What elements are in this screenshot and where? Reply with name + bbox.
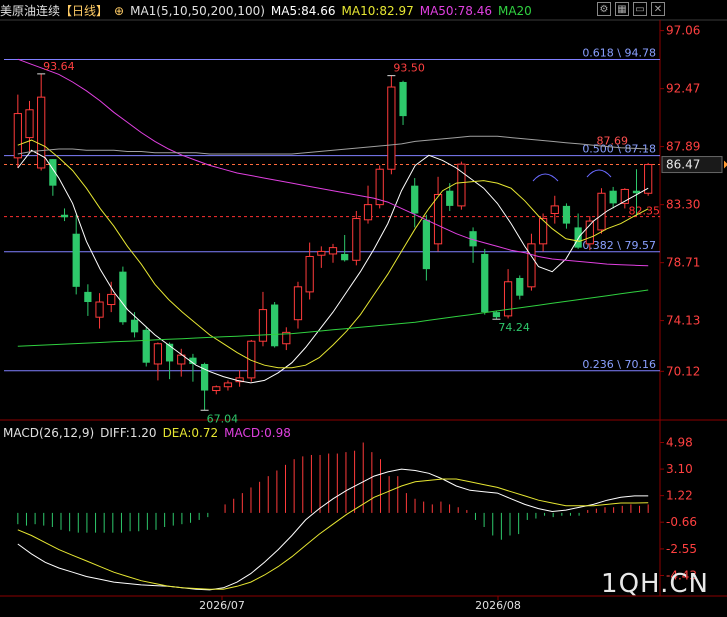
target-icon[interactable]: ⊕: [114, 4, 124, 18]
candle-body: [60, 214, 69, 218]
candle-body: [72, 233, 80, 287]
fib-label: 0.618 \ 94.78: [582, 46, 656, 59]
candle-body: [481, 253, 489, 313]
extreme-label: 74.24: [498, 321, 530, 334]
candle-body: [341, 253, 349, 261]
macd-value-label: MACD:0.98: [224, 426, 291, 440]
chart-icon[interactable]: ▦: [615, 2, 629, 16]
candle-body: [433, 194, 443, 245]
candle-body: [422, 219, 431, 270]
ma-group-label: MA1(5,10,50,200,100): [130, 4, 265, 18]
candle-body: [574, 227, 582, 248]
y-tick-label: 83.30: [666, 198, 700, 212]
symbol-name[interactable]: 美原油连续: [0, 4, 60, 18]
candle-body: [516, 277, 524, 296]
candle-body: [258, 309, 268, 342]
watermark: 1QH.CN: [601, 569, 709, 599]
x-tick-label: 2026/07: [199, 599, 245, 612]
candle-body: [644, 164, 653, 194]
macd-header: MACD(26,12,9) DIFF:1.20 DEA:0.72 MACD:0.98: [3, 426, 297, 440]
candle-body: [130, 319, 139, 333]
extreme-label: 93.50: [393, 62, 425, 75]
close-icon[interactable]: ✕: [651, 2, 665, 16]
ma-line-ma200: [17, 135, 649, 155]
settings-icon[interactable]: ⚙: [597, 2, 611, 16]
candle-body: [212, 386, 221, 392]
arc-drawing: [586, 169, 612, 178]
candle-body: [25, 109, 34, 139]
minimize-icon[interactable]: ▭: [633, 2, 647, 16]
y-tick-label: 87.89: [666, 140, 700, 154]
macd-y-tick-label: 1.22: [666, 489, 693, 503]
candle-body: [446, 190, 454, 206]
macd-y-tick-label: 4.98: [666, 436, 693, 450]
arc-drawing: [532, 173, 559, 182]
candle-body: [95, 301, 104, 318]
candle-body: [13, 113, 22, 159]
extreme-label: 67.04: [207, 412, 239, 425]
macd-dea-line: [17, 478, 649, 590]
candle-body: [305, 255, 314, 293]
macd-y-tick-label: 3.10: [666, 462, 693, 476]
candle-body: [492, 312, 501, 318]
candle-body: [223, 382, 233, 388]
candle-body: [328, 247, 338, 255]
candle-body: [527, 243, 536, 288]
macd-params-label: MACD(26,12,9): [3, 426, 95, 440]
chart-header: 美原油连续【日线】 ⊕ MA1(5,10,50,200,100) MA5:84.66 M…: [0, 2, 538, 20]
ma5-label: MA5:84.66: [270, 4, 336, 18]
ma10-label: MA10:82.97: [341, 4, 414, 18]
x-tick-label: 2026/08: [475, 599, 521, 612]
y-tick-label: 74.13: [666, 314, 700, 328]
candle-body: [363, 204, 373, 221]
candle-body: [142, 329, 150, 363]
chart-canvas[interactable]: 97.06 92.47 87.89 83.30 78.71 74.13 70.12 0.618…: [0, 0, 727, 617]
candle-body: [609, 190, 617, 204]
y-tick-label: 97.06: [666, 24, 700, 38]
candle-body: [107, 293, 116, 306]
candle-body: [119, 271, 127, 323]
extreme-label: 93.64: [43, 60, 75, 73]
fib-label: 0.236 \ 70.16: [582, 358, 656, 371]
candle-body: [293, 286, 303, 321]
candle-body: [317, 250, 326, 256]
current-price-label: 86.47: [666, 158, 700, 172]
candle-body: [84, 291, 92, 303]
macd-y-tick-label: -0.66: [666, 515, 697, 529]
candle-body: [165, 343, 174, 362]
y-tick-label: 78.71: [666, 256, 700, 270]
candle-body: [411, 185, 419, 214]
ma50-label: MA50:78.46: [419, 4, 492, 18]
macd-dea-label: DEA:0.72: [162, 426, 219, 440]
ma-line-ma5: [17, 149, 649, 384]
period-label[interactable]: 【日线】: [60, 4, 108, 18]
candle-body: [399, 81, 407, 117]
candle-body: [271, 304, 279, 347]
y-tick-label: 70.12: [666, 364, 700, 378]
candle-body: [597, 192, 606, 231]
ma20-label: MA20: [497, 4, 532, 18]
candle-body: [352, 218, 361, 261]
macd-y-tick-label: -2.55: [666, 542, 697, 556]
candle-body: [550, 205, 559, 214]
candle-body: [387, 86, 396, 170]
candle-body: [153, 343, 163, 365]
ma-line-ma50: [17, 58, 649, 267]
candle-body: [562, 205, 571, 224]
y-tick-label: 92.47: [666, 82, 700, 96]
macd-diff-label: DIFF:1.20: [100, 426, 157, 440]
candle-body: [503, 281, 513, 317]
